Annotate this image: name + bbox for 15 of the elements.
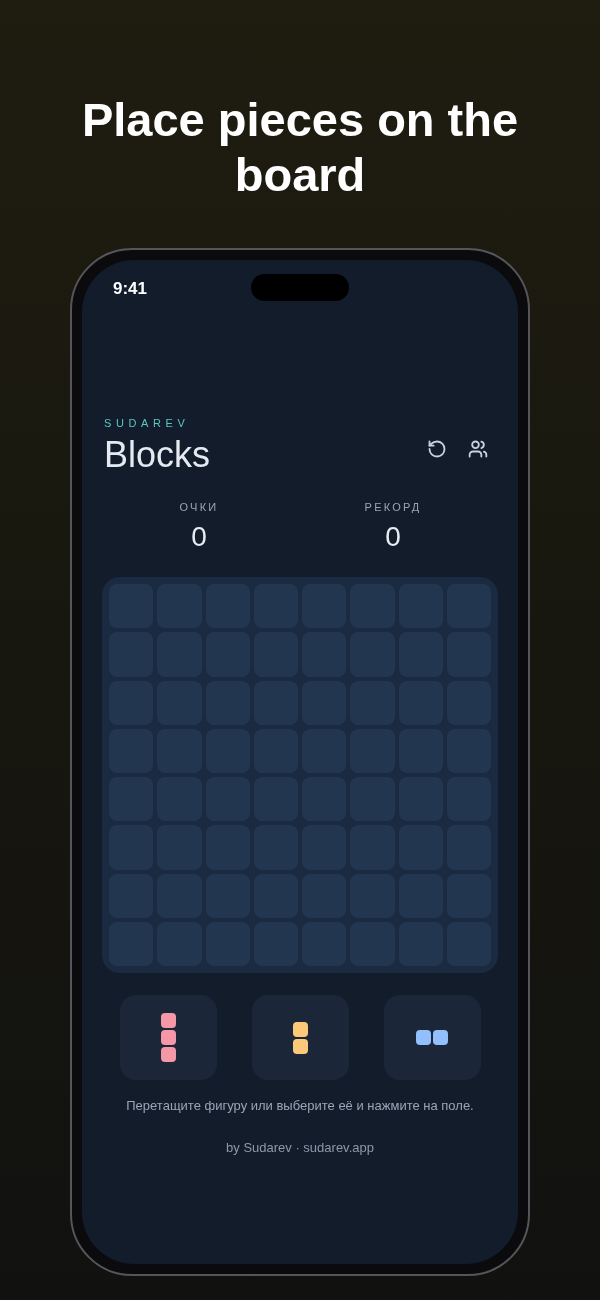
stat-label: РЕКОРД (364, 500, 422, 514)
refresh-icon[interactable] (427, 439, 447, 459)
people-icon[interactable] (468, 439, 488, 459)
app-title: Blocks (104, 435, 211, 475)
piece-card[interactable] (383, 995, 481, 1080)
stat-label: ОЧКИ (179, 500, 219, 514)
headline: Place pieces on the board (80, 92, 520, 202)
stat-value: 0 (385, 521, 401, 553)
status-time: 9:41 (113, 279, 148, 299)
piece-card[interactable] (251, 995, 349, 1080)
brand-label: SUDAREV (104, 416, 190, 430)
stat-value: 0 (191, 521, 207, 553)
piece-card[interactable] (119, 995, 217, 1080)
footer-text: by Sudarev · sudarev.app (225, 1139, 375, 1157)
hint-text: Перетащите фигуру или выберите её и нажмите на поле. (125, 1097, 475, 1115)
